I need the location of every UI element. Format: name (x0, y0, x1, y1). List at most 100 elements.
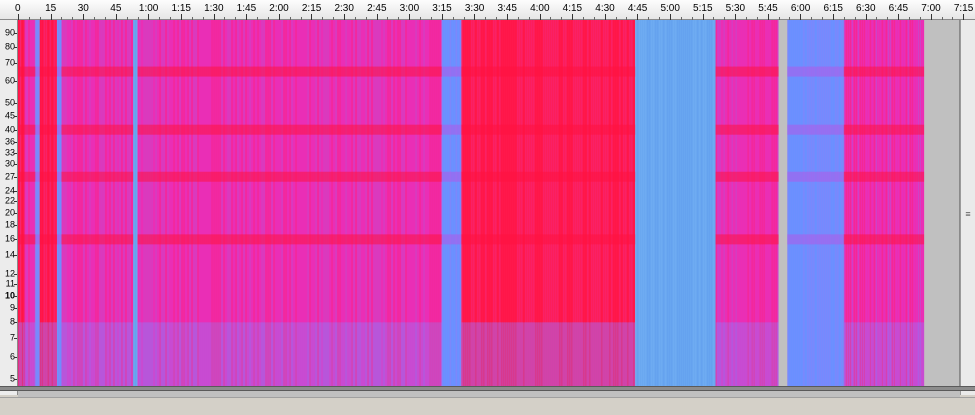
frequency-band (137, 234, 442, 245)
spectral-streak (663, 20, 665, 386)
spectral-streak (635, 20, 637, 386)
frequency-band (715, 66, 779, 77)
spectral-streak (677, 20, 679, 386)
frequency-tick (14, 32, 17, 34)
spectral-streak (691, 20, 693, 386)
frequency-tick (14, 255, 17, 257)
spectral-streak (643, 20, 645, 386)
ruler-label: 2:45 (367, 3, 387, 14)
frequency-band (787, 66, 844, 77)
spectral-streak (675, 20, 677, 386)
ruler-label: 4:15 (562, 3, 583, 14)
frequency-tick (14, 62, 17, 64)
no-audio-region (924, 20, 959, 386)
frequency-band (61, 124, 134, 135)
frequency-band (843, 124, 925, 135)
frequency-band (24, 234, 36, 245)
frequency-band (787, 171, 844, 182)
ruler-label: 3:45 (497, 3, 517, 14)
frequency-band (461, 171, 636, 182)
spectral-streak (665, 20, 667, 386)
frequency-band (441, 66, 462, 77)
frequency-band (715, 124, 779, 135)
low-frequency-region (715, 322, 779, 386)
ruler-label: 2:30 (334, 3, 354, 14)
low-frequency-region (24, 322, 36, 386)
frequency-tick (14, 356, 17, 358)
frequency-tick (14, 81, 17, 83)
frequency-band (137, 124, 442, 135)
spectral-streak (649, 20, 651, 386)
frequency-band (18, 124, 25, 135)
ruler-label: 5:30 (725, 3, 746, 14)
frequency-band (39, 124, 58, 135)
frequency-band (461, 234, 636, 245)
spectral-streak (655, 20, 657, 386)
spectral-streak (135, 20, 137, 386)
spectral-streak (701, 20, 703, 386)
frequency-band (18, 66, 25, 77)
vertical-scrollbar[interactable]: ≡ (960, 20, 975, 395)
status-bar (0, 397, 975, 415)
frequency-band (39, 171, 58, 182)
ruler-label: 3:15 (432, 3, 452, 14)
scroll-grip-icon[interactable]: ≡ (965, 210, 971, 219)
spectral-streak (681, 20, 683, 386)
spectral-streak (687, 20, 689, 386)
ruler-label: 4:45 (627, 3, 648, 14)
frequency-band (461, 124, 636, 135)
spectrogram-view[interactable] (18, 20, 960, 386)
ruler-label: 5:45 (758, 3, 778, 14)
frequency-tick (14, 273, 17, 275)
frequency-band (57, 234, 62, 245)
frequency-tick (14, 201, 17, 203)
spectral-streak (647, 20, 649, 386)
ruler-label: 1:30 (204, 3, 224, 14)
spectral-streak (699, 20, 701, 386)
spectral-streak (711, 20, 713, 386)
frequency-band (787, 124, 844, 135)
ruler-label: 4:00 (530, 3, 550, 14)
frequency-tick (14, 378, 17, 380)
frequency-band (18, 234, 25, 245)
ruler-label: 1:45 (236, 3, 257, 14)
spectral-streak (683, 20, 685, 386)
frequency-band (843, 234, 925, 245)
spectral-streak (713, 20, 715, 386)
time-ruler[interactable]: 0 15 30 45 1:00 1:15 1:30 1:45 2:00 2:15 2:30 2:45 3… (0, 0, 975, 20)
frequency-band (57, 66, 62, 77)
frequency-axis: 90 80 70 60 50 45 40 36 33 30 27 24 22 20 18 16 14 12 11 10… (0, 20, 18, 395)
ruler-label: 2:15 (301, 3, 322, 14)
silence-region (778, 20, 788, 386)
frequency-band (715, 171, 779, 182)
spectrogram-canvas (18, 20, 959, 386)
frequency-tick (14, 115, 17, 117)
frequency-band (35, 234, 40, 245)
frequency-band (35, 66, 40, 77)
spectral-streak (709, 20, 711, 386)
frequency-tick (14, 239, 17, 241)
spectral-streak (645, 20, 647, 386)
frequency-band (843, 171, 925, 182)
spectral-streak (697, 20, 699, 386)
frequency-tick (14, 284, 17, 286)
frequency-tick (14, 308, 17, 310)
ruler-label: 45 (110, 3, 122, 14)
frequency-tick (14, 322, 17, 324)
frequency-band (137, 66, 442, 77)
spectral-streak (653, 20, 655, 386)
ruler-label: 3:30 (464, 3, 485, 14)
ruler-label: 0 (15, 3, 21, 14)
ruler-label: 7:15 (953, 3, 974, 14)
spectral-streak (679, 20, 681, 386)
ruler-label: 1:00 (138, 3, 159, 14)
spectral-streak (671, 20, 673, 386)
spectral-streak (661, 20, 663, 386)
frequency-band (137, 171, 442, 182)
ruler-label: 4:30 (595, 3, 615, 14)
ruler-label: 3:00 (399, 3, 420, 14)
ruler-label: 5:15 (693, 3, 713, 14)
spectral-streak (133, 20, 135, 386)
ruler-label: 1:15 (171, 3, 191, 14)
frequency-band (24, 124, 36, 135)
